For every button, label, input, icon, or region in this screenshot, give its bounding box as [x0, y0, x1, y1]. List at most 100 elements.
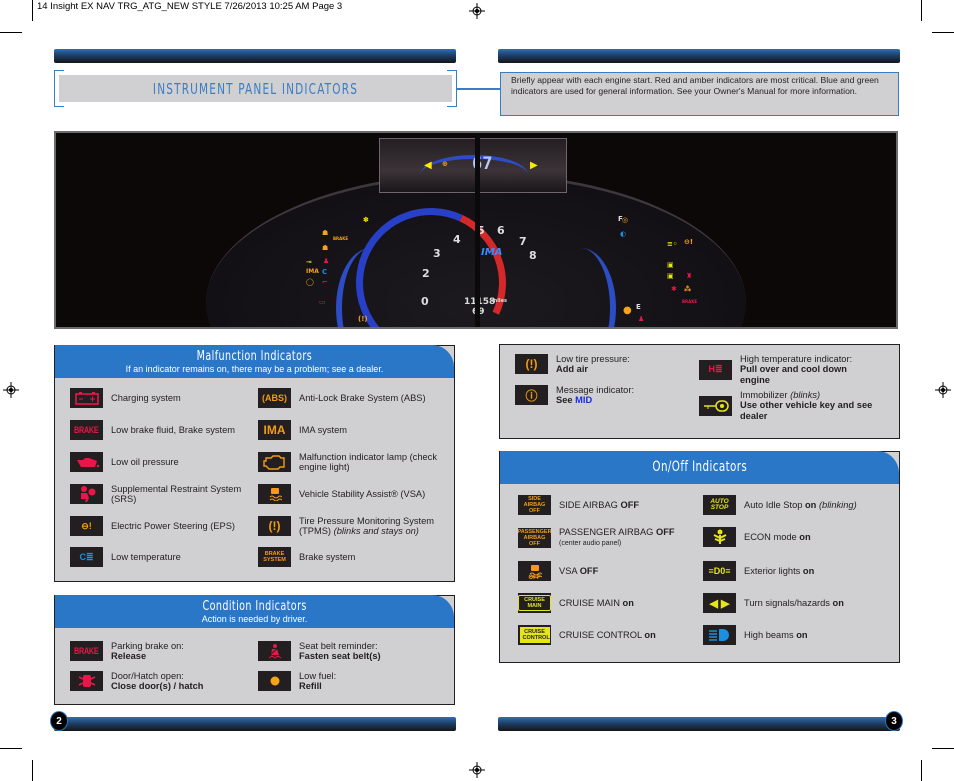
- indicator-item: SIDE AIRBAG OFF SIDE AIRBAG OFF: [518, 495, 703, 515]
- indicator-text: Malfunction indicator lamp (check engine…: [299, 452, 448, 473]
- high-beam-icon: [703, 625, 736, 645]
- brake-fluid-icon: BRAKE: [70, 420, 103, 440]
- indicator-item: Charging system: [70, 388, 260, 408]
- brake-system-icon: BRAKE SYSTEM: [258, 547, 291, 567]
- side-airbag-off-icon: SIDE AIRBAG OFF: [518, 495, 551, 515]
- indicator-label: Seat belt reminder:: [299, 641, 378, 651]
- indicator-item: (ABS) Anti-Lock Brake System (ABS): [258, 388, 448, 408]
- indicator-item: AUTO STOP Auto Idle Stop on (blinking): [703, 495, 888, 515]
- page-title: INSTRUMENT PANEL INDICATORS: [152, 79, 359, 98]
- indicator-item: C≣ Low temperature: [70, 547, 260, 567]
- malfunction-subtitle: If an indicator remains on, there may be…: [125, 364, 384, 374]
- indicator-label: Auto Idle Stop: [744, 499, 803, 510]
- tach-number: 8: [529, 249, 537, 262]
- dashboard-photo: ◀ ⊕ 67 ▶ 0 2 3 4 5 6 7 8 IMA 11158 miles…: [54, 131, 898, 329]
- indicator-state: on: [796, 629, 808, 640]
- registration-mark-icon: [469, 762, 485, 778]
- indicator-item: IMA IMA system: [258, 420, 448, 440]
- indicator-text: CRUISE MAIN on: [559, 598, 634, 608]
- indicator-label: Low fuel:: [299, 671, 337, 681]
- indicator-text: Anti-Lock Brake System (ABS): [299, 393, 426, 403]
- indicator-item: CRUISE CONTROL CRUISE CONTROL on: [518, 625, 703, 645]
- check-engine-icon: [258, 452, 291, 473]
- upper-display-inset: ◀ ⊕ 67 ▶: [379, 138, 567, 193]
- dash-seatbelt-icon: ♟: [323, 257, 330, 265]
- indicator-text: High temperature indicator: Pull over and…: [740, 354, 879, 385]
- indicator-state: on: [644, 629, 656, 640]
- indicator-item: Low oil pressure: [70, 452, 260, 472]
- indicator-label: CRUISE CONTROL: [559, 629, 642, 640]
- indicator-text: Low fuel: Refill: [299, 671, 336, 692]
- tpms-icon: (!): [258, 516, 291, 537]
- indicator-item: Vehicle Stability Assist® (VSA): [258, 484, 448, 504]
- tach-number: 7: [519, 235, 527, 248]
- indicator-label: Vehicle Stability Assist® (VSA): [299, 488, 426, 499]
- footer-bar-right: [498, 717, 900, 731]
- indicator-label: Low tire pressure:: [556, 354, 630, 364]
- malfunction-header: Malfunction Indicators If an indicator r…: [55, 345, 454, 378]
- dash-seatbelt-reminder-icon: ♟: [638, 315, 645, 323]
- indicator-action: Close door(s) / hatch: [111, 681, 204, 692]
- indicator-text: Supplemental Restraint System (SRS): [111, 484, 260, 505]
- indicator-item: Low fuel: Refill: [258, 671, 448, 692]
- indicator-text: VSA OFF: [559, 566, 598, 576]
- crop-mark: [932, 748, 954, 749]
- indicator-label: Anti-Lock Brake System (ABS): [299, 392, 426, 403]
- cruise-main-icon: CRUISE MAIN: [518, 593, 551, 613]
- indicator-text: ECON mode on: [744, 532, 811, 542]
- indicator-text: Door/Hatch open: Close door(s) / hatch: [111, 671, 203, 692]
- indicator-text: Auto Idle Stop on (blinking): [744, 500, 857, 510]
- indicator-label: Low brake fluid, Brake system: [111, 424, 236, 435]
- indicator-state: OFF: [655, 527, 675, 537]
- auto-stop-icon: AUTO STOP: [703, 495, 736, 515]
- dash-door-icon: ♜: [686, 272, 693, 280]
- tach-number: 0: [421, 295, 429, 308]
- indicator-item: (!) Low tire pressure: Add air: [515, 354, 695, 375]
- indicator-item: ⓘ Message indicator: See MID: [515, 385, 695, 406]
- oil-can-icon: [70, 452, 103, 472]
- dash-vsa-off-icon: ☗: [322, 244, 329, 252]
- indicator-item: Supplemental Restraint System (SRS): [70, 484, 260, 505]
- indicator-action: Fasten seat belt(s): [299, 651, 381, 662]
- low-temp-icon: C≣: [70, 547, 103, 567]
- indicator-action: Pull over and cool down engine: [740, 364, 847, 385]
- indicator-text: Parking brake on: Release: [111, 641, 184, 662]
- turn-signals-icon: ◀ ▶: [703, 593, 736, 613]
- intro-text: Briefly appear with each engine start. R…: [500, 72, 899, 116]
- indicator-state: on: [799, 531, 811, 542]
- indicator-text: Vehicle Stability Assist® (VSA): [299, 489, 425, 499]
- condition-title: Condition Indicators: [202, 599, 307, 614]
- crop-mark: [0, 748, 22, 749]
- exterior-lights-icon: ≡D0≡: [703, 561, 736, 581]
- indicator-state: on: [622, 597, 634, 608]
- indicator-label: Brake system: [299, 551, 356, 562]
- dash-side-airbag-off-icon: ⁂: [684, 285, 692, 293]
- page-number-right: 3: [885, 711, 903, 731]
- tire-pressure-icon: (!): [515, 354, 548, 375]
- indicator-label: IMA system: [299, 424, 348, 435]
- fuel-full-label: F: [618, 215, 623, 223]
- indicator-item: High beams on: [703, 625, 888, 645]
- econ-icon: [703, 527, 736, 547]
- header-bar-left: [54, 49, 456, 63]
- indicator-text: SIDE AIRBAG OFF: [559, 500, 639, 510]
- indicator-item: Door/Hatch open: Close door(s) / hatch: [70, 671, 260, 692]
- odometer-unit: miles: [492, 298, 508, 304]
- indicator-text: Brake system: [299, 552, 355, 562]
- indicator-item: BRAKE Parking brake on: Release: [70, 641, 260, 662]
- indicator-label: VSA: [559, 565, 578, 576]
- condition-header: Condition Indicators Action is needed by…: [55, 595, 454, 628]
- photo-divider: [475, 133, 480, 327]
- dash-cruise-main-icon: ▣: [667, 261, 674, 269]
- indicator-state: on: [802, 565, 815, 576]
- dash-battery-icon: ▭: [319, 298, 326, 306]
- indicator-text: Charging system: [111, 393, 181, 403]
- condition-subtitle: Action is needed by driver.: [201, 614, 308, 624]
- indicator-label: Low temperature: [111, 551, 181, 562]
- indicator-label: Low oil pressure: [111, 456, 179, 467]
- dash-high-beam-icon: ◐: [620, 230, 627, 238]
- indicator-note: (center audio panel): [559, 540, 622, 548]
- mid-link[interactable]: MID: [575, 395, 592, 405]
- battery-icon: [70, 388, 103, 408]
- indicator-text: Low oil pressure: [111, 457, 179, 467]
